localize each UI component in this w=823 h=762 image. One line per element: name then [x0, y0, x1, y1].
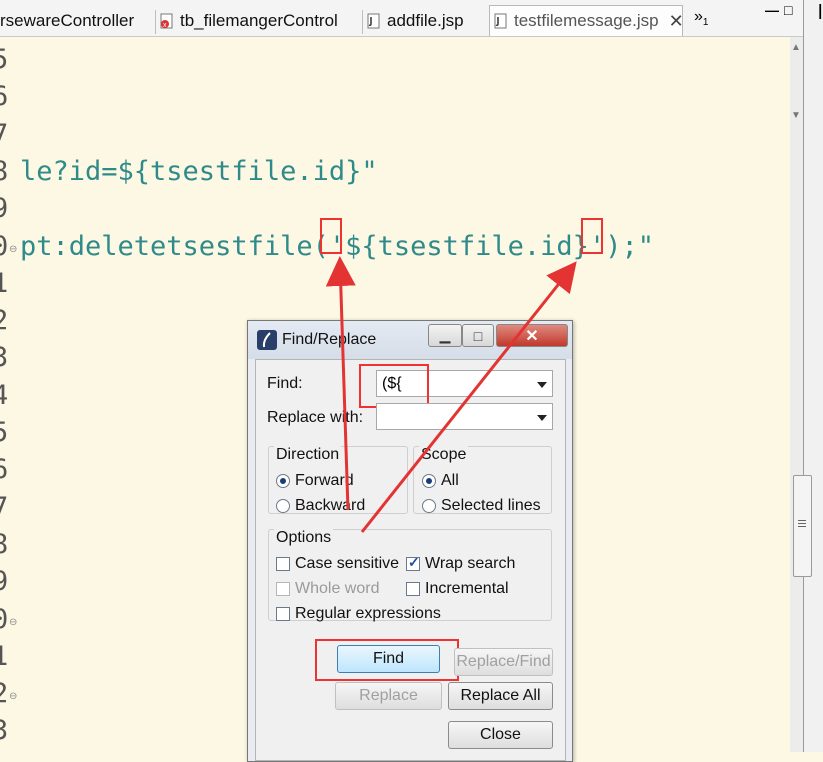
- line-number: 6: [0, 454, 9, 486]
- dropdown-arrow-icon[interactable]: [537, 382, 547, 388]
- overflow-count: 1: [702, 17, 709, 29]
- whole-word-label: Whole word: [295, 580, 380, 597]
- maximize-icon: □: [784, 2, 793, 18]
- right-side-panel: l: [804, 0, 823, 752]
- tab-label: testfilemessage.jsp: [514, 11, 659, 30]
- replace-find-button[interactable]: Replace/Find: [454, 648, 553, 676]
- annotation-box-find-field: [359, 364, 429, 408]
- tab-filemanger-control[interactable]: x tb_filemangerControl: [160, 6, 338, 35]
- scope-all-radio[interactable]: [422, 474, 436, 488]
- incremental-checkbox[interactable]: [406, 582, 420, 596]
- find-label: Find:: [267, 375, 303, 392]
- scroll-down-icon[interactable]: ▼: [791, 110, 801, 121]
- minimize-icon: —: [765, 2, 779, 18]
- line-number: 5: [0, 417, 9, 448]
- replace-all-button[interactable]: Replace All: [448, 682, 553, 710]
- tab-overflow-button[interactable]: »1: [694, 8, 708, 28]
- regular-expressions-checkbox[interactable]: [276, 607, 290, 621]
- editor-tab-bar: rsewareController x tb_filemangerControl…: [0, 0, 803, 37]
- jsp-file-icon: [494, 13, 508, 29]
- maximize-icon: □: [473, 327, 483, 344]
- line-number: 7: [0, 118, 9, 150]
- scope-all-label: All: [441, 472, 459, 489]
- checkmark-icon: ✓: [408, 554, 420, 570]
- line-number: 7: [0, 491, 9, 523]
- line-number: 2: [0, 305, 9, 337]
- line-number: 8: [0, 155, 9, 187]
- java-file-error-icon: x: [160, 13, 174, 29]
- double-chevron-icon: »: [694, 8, 703, 25]
- tab-addfile-jsp[interactable]: addfile.jsp: [367, 6, 464, 35]
- panel-edge-glyph: l: [818, 2, 823, 24]
- line-number: 8: [0, 528, 9, 560]
- close-button[interactable]: Close: [448, 721, 553, 749]
- tab-separator: [362, 10, 363, 34]
- jsp-file-icon: [367, 13, 381, 29]
- backward-label: Backward: [295, 497, 366, 514]
- replace-combo[interactable]: [376, 403, 553, 430]
- forward-radio[interactable]: [276, 474, 290, 488]
- backward-radio[interactable]: [276, 499, 290, 513]
- dialog-maximize-button[interactable]: □: [462, 324, 494, 347]
- close-icon: ✕: [525, 327, 539, 345]
- maximize-view-button[interactable]: □: [784, 2, 792, 18]
- replace-button[interactable]: Replace: [335, 682, 442, 710]
- case-sensitive-label: Case sensitive: [295, 555, 400, 572]
- dialog-minimize-button[interactable]: ▁: [428, 324, 462, 347]
- line-number: 1: [0, 640, 9, 672]
- whole-word-checkbox[interactable]: [276, 582, 290, 596]
- tab-label: rsewareController: [0, 10, 135, 30]
- scope-title: Scope: [419, 446, 469, 464]
- selected-lines-label: Selected lines: [441, 497, 541, 514]
- tab-label: addfile.jsp: [387, 10, 464, 30]
- line-number: 2: [0, 678, 9, 710]
- find-replace-dialog: Find/Replace ▁ □ ✕ Find: (${ Replace wit…: [247, 320, 573, 762]
- dialog-content: Find: (${ Replace with: Direction Forwar…: [255, 359, 566, 761]
- line-number: 4: [0, 379, 9, 411]
- line-number: 5: [0, 44, 9, 75]
- line-number: 1: [0, 267, 9, 299]
- eclipse-app-icon: [257, 330, 277, 355]
- line-number: 3: [0, 715, 9, 747]
- tab-separator: [155, 10, 156, 34]
- minimize-icon: ▁: [439, 327, 451, 343]
- dialog-close-window-button[interactable]: ✕: [496, 324, 568, 347]
- tab-label: tb_filemangerControl: [180, 10, 338, 30]
- annotation-box-quote-right: [581, 218, 603, 254]
- dialog-title-bar[interactable]: Find/Replace ▁ □ ✕: [248, 321, 572, 359]
- code-line: le?id=${tsestfile.id}": [20, 155, 378, 187]
- tab-testfilemessage-jsp[interactable]: testfilemessage.jsp ✕: [489, 5, 684, 36]
- line-number: 3: [0, 342, 9, 374]
- line-number: 0: [0, 230, 9, 262]
- line-number: 0: [0, 603, 9, 635]
- case-sensitive-checkbox[interactable]: [276, 557, 290, 571]
- svg-text:x: x: [163, 22, 167, 29]
- grip-icon: [798, 520, 806, 521]
- options-title: Options: [274, 529, 334, 547]
- line-number: 9: [0, 193, 9, 225]
- fold-toggle-icon[interactable]: ⊖: [9, 691, 17, 702]
- selected-lines-radio[interactable]: [422, 499, 436, 513]
- editor-vertical-scrollbar[interactable]: ▲ ▼: [790, 37, 803, 752]
- close-tab-icon[interactable]: ✕: [669, 11, 684, 32]
- fold-toggle-icon[interactable]: ⊖: [9, 617, 17, 628]
- line-number: 9: [0, 566, 9, 598]
- fold-toggle-icon[interactable]: ⊖: [9, 244, 17, 255]
- dialog-title: Find/Replace: [282, 331, 377, 348]
- scrollbar-thumb[interactable]: [793, 475, 812, 577]
- replace-with-label: Replace with:: [267, 409, 364, 426]
- dropdown-arrow-icon[interactable]: [537, 415, 547, 421]
- direction-title: Direction: [274, 446, 342, 464]
- tab-courseware-controller[interactable]: rsewareController: [0, 6, 134, 35]
- annotation-box-quote-left: [320, 218, 342, 254]
- line-number: 6: [0, 81, 9, 113]
- wrap-search-label: Wrap search: [425, 555, 516, 572]
- wrap-search-checkbox[interactable]: ✓: [406, 554, 420, 571]
- forward-label: Forward: [295, 472, 354, 489]
- regular-expressions-label: Regular expressions: [295, 605, 441, 622]
- scroll-up-icon[interactable]: ▲: [791, 42, 801, 53]
- incremental-label: Incremental: [425, 580, 509, 597]
- annotation-box-find-button: [315, 639, 459, 681]
- minimize-view-button[interactable]: —: [765, 2, 779, 18]
